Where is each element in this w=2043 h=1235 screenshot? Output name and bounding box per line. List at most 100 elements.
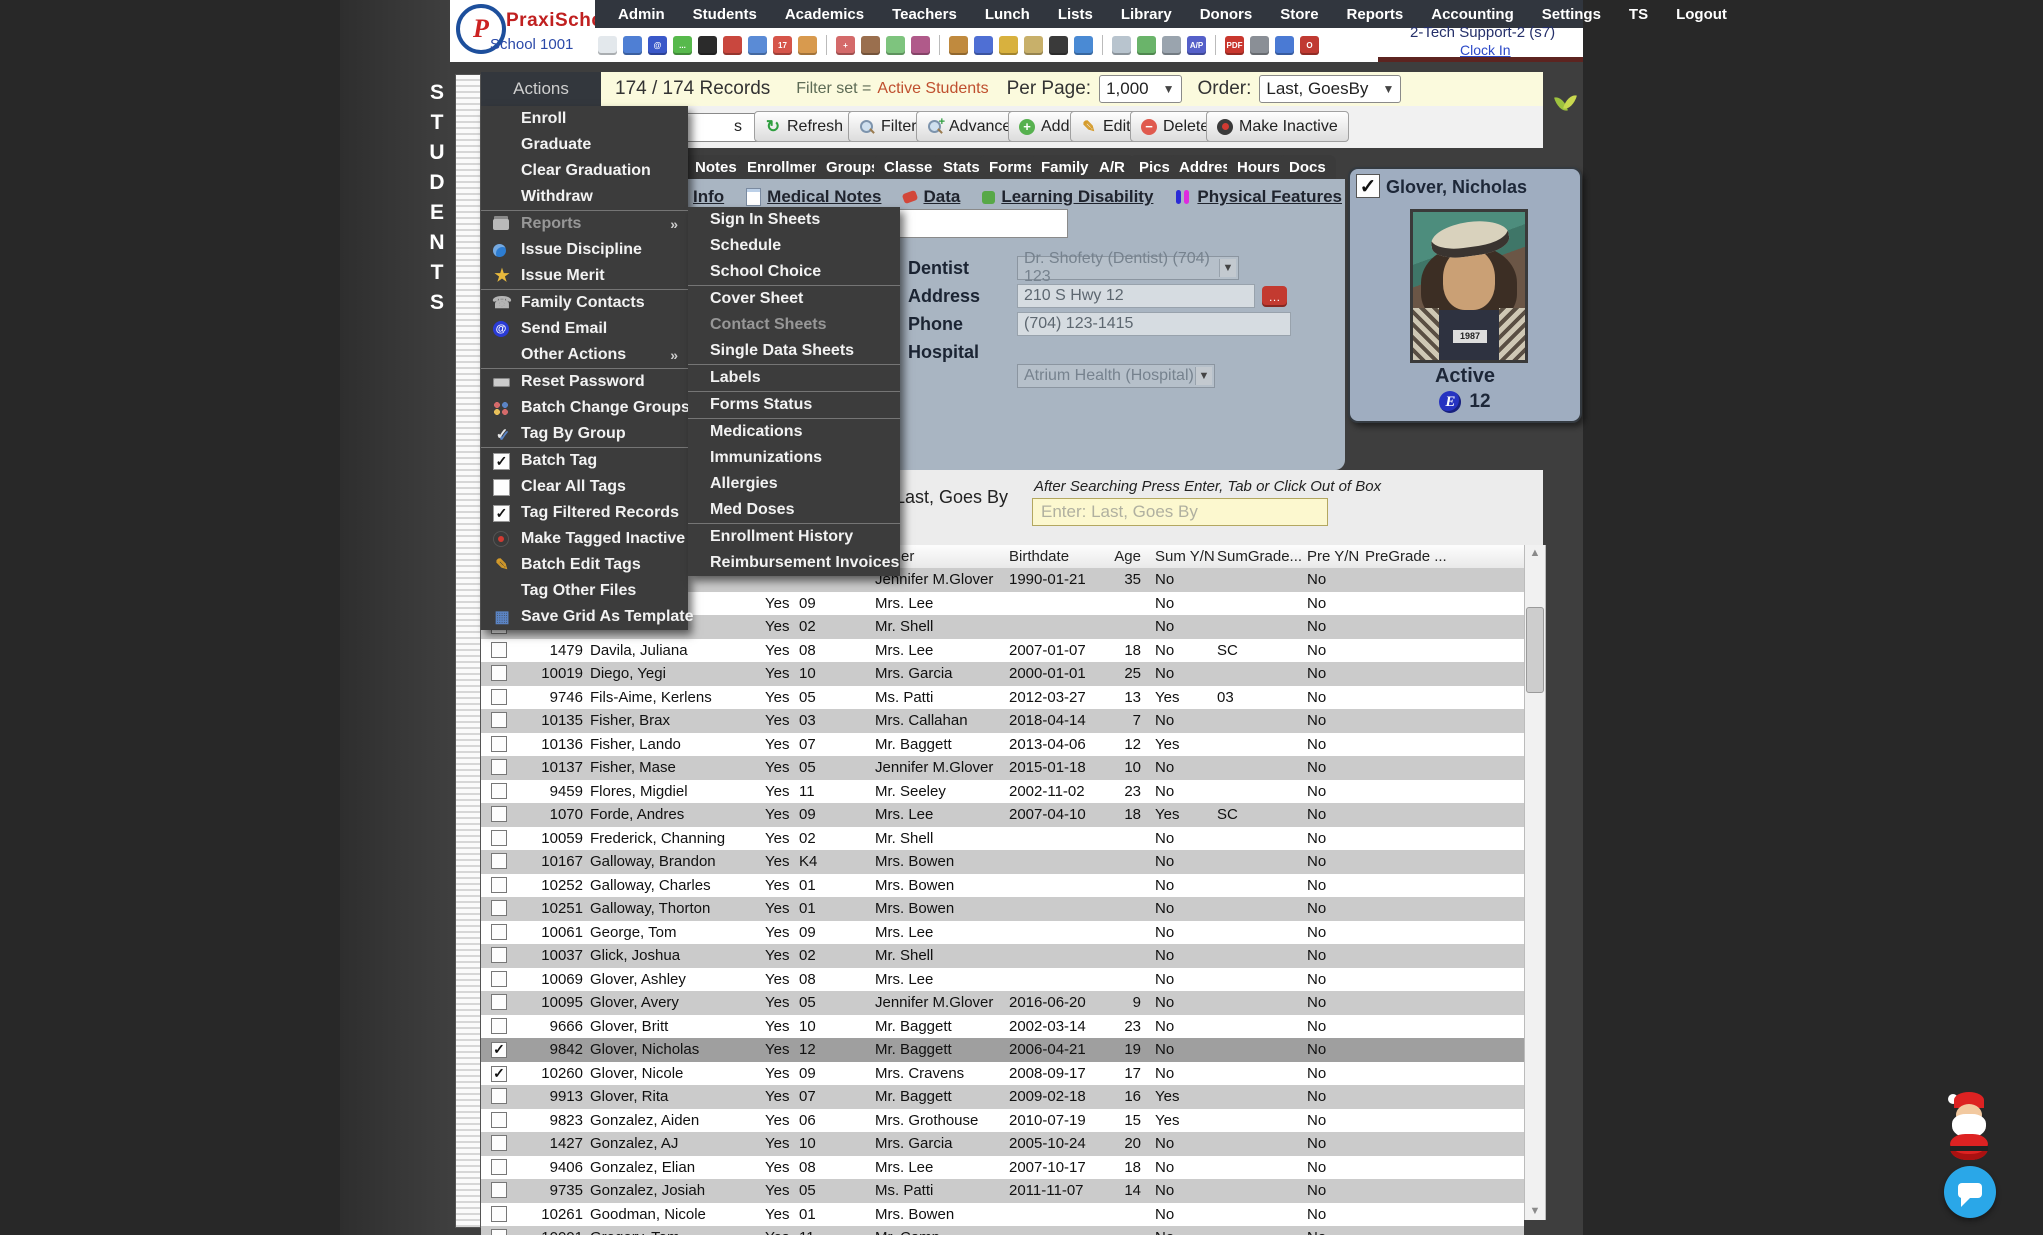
table-row[interactable]: 10095Glover, AveryYes05Jennifer M.Glover… (481, 991, 1524, 1015)
menu-item-clear-all-tags[interactable]: Clear All Tags (481, 474, 688, 500)
submenu-item-labels[interactable]: Labels (688, 365, 900, 391)
chat-widget-button[interactable] (1944, 1166, 1996, 1218)
nav-item-lunch[interactable]: Lunch (976, 6, 1039, 23)
nav-item-settings[interactable]: Settings (1533, 6, 1610, 23)
menu-item-tag-filtered-records[interactable]: ✓Tag Filtered Records (481, 500, 688, 526)
nav-item-lists[interactable]: Lists (1049, 6, 1102, 23)
row-checkbox[interactable] (491, 830, 507, 846)
row-checkbox[interactable] (491, 924, 507, 940)
menu-item-reset-password[interactable]: Reset Password (481, 369, 688, 395)
menu-item-batch-tag[interactable]: ✓Batch Tag (481, 448, 688, 474)
table-row[interactable]: 9666Glover, BrittYes10Mr. Baggett2002-03… (481, 1015, 1524, 1039)
scroll-down-icon[interactable]: ▼ (1525, 1203, 1545, 1220)
column-header-pregrade[interactable]: PreGrade ... (1365, 545, 1457, 568)
make-inactive-button[interactable]: Make Inactive (1206, 111, 1349, 142)
address-input[interactable] (1017, 284, 1255, 308)
menu-item-clear-graduation[interactable]: Clear Graduation (481, 158, 688, 184)
map-lookup-button[interactable]: … (1262, 286, 1287, 307)
refresh-button[interactable]: ↻Refresh (754, 111, 854, 142)
row-checkbox[interactable] (491, 1018, 507, 1034)
menu-item-tag-by-group[interactable]: ✓Tag By Group (481, 421, 688, 447)
table-row[interactable]: 10261Goodman, NicoleYes01Mrs. BowenNoNo (481, 1203, 1524, 1227)
email-at-icon[interactable]: @ (648, 36, 667, 55)
staff-icon[interactable] (861, 36, 880, 55)
nav-item-accounting[interactable]: Accounting (1422, 6, 1523, 23)
scrollbar-thumb[interactable] (1526, 607, 1544, 693)
clock-in-link[interactable]: Clock In (1460, 42, 1511, 58)
row-checkbox[interactable] (491, 971, 507, 987)
table-row[interactable]: 10001Gregory, TomYes11Mr. CampNoNo (481, 1226, 1524, 1235)
table-row[interactable]: 9823Gonzalez, AidenYes06Mrs. Grothouse20… (481, 1109, 1524, 1133)
lunch-icon[interactable] (949, 36, 968, 55)
column-header-sum[interactable]: Sum Y/N (1155, 545, 1211, 568)
table-row[interactable]: 9735Gonzalez, JosiahYes05Ms. Patti2011-1… (481, 1179, 1524, 1203)
column-header-age[interactable]: Age (1101, 545, 1141, 568)
table-row[interactable]: ✓10260Glover, NicoleYes09Mrs. Cravens200… (481, 1062, 1524, 1086)
calendar-icon[interactable] (748, 36, 767, 55)
table-row[interactable]: 10136Fisher, LandoYes07Mr. Baggett2013-0… (481, 733, 1524, 757)
row-checkbox[interactable] (491, 900, 507, 916)
submenu-item-schedule[interactable]: Schedule (688, 233, 900, 259)
nav-item-students[interactable]: Students (684, 6, 766, 23)
calendar-date-icon[interactable]: 17 (773, 36, 792, 55)
power-icon[interactable]: O (1300, 36, 1319, 55)
row-checkbox[interactable] (491, 689, 507, 705)
ap-icon[interactable]: A/P (1187, 36, 1206, 55)
menu-item-reports[interactable]: Reports» (481, 211, 688, 237)
row-checkbox[interactable]: ✓ (491, 1042, 507, 1058)
subnav-medical-notes[interactable]: Medical Notes (746, 187, 881, 207)
row-checkbox[interactable]: ✓ (491, 1066, 507, 1082)
row-checkbox[interactable] (491, 783, 507, 799)
row-checkbox[interactable] (491, 736, 507, 752)
printer-icon[interactable] (1250, 36, 1269, 55)
submenu-item-immunizations[interactable]: Immunizations (688, 445, 900, 471)
table-row[interactable]: 10137Fisher, MaseYes05Jennifer M.Glover2… (481, 756, 1524, 780)
submenu-item-reimbursement-invoices[interactable]: Reimbursement Invoices (688, 550, 900, 576)
money-icon[interactable] (886, 36, 905, 55)
menu-item-send-email[interactable]: @Send Email (481, 316, 688, 342)
table-row[interactable]: ✓9842Glover, NicholasYes12Mr. Baggett200… (481, 1038, 1524, 1062)
subnav-learning-disability[interactable]: Learning Disability (982, 187, 1153, 207)
search-icon[interactable] (598, 36, 617, 55)
row-checkbox[interactable] (491, 665, 507, 681)
nav-item-library[interactable]: Library (1112, 6, 1181, 23)
submenu-item-sign-in-sheets[interactable]: Sign In Sheets (688, 207, 900, 233)
row-checkbox[interactable] (491, 994, 507, 1010)
submenu-item-enrollment-history[interactable]: Enrollment History (688, 524, 900, 550)
row-checkbox[interactable] (491, 1182, 507, 1198)
subnav-physical-features[interactable]: Physical Features (1175, 187, 1342, 207)
globe-icon[interactable] (1275, 36, 1294, 55)
row-checkbox[interactable] (491, 1229, 507, 1235)
chat-icon[interactable]: ... (673, 36, 692, 55)
table-row[interactable]: 10252Galloway, CharlesYes01Mrs. BowenNoN… (481, 874, 1524, 898)
row-checkbox[interactable] (491, 853, 507, 869)
tab-docs[interactable]: Docs (1279, 155, 1336, 179)
person-icon[interactable] (1049, 36, 1068, 55)
clock-icon[interactable] (1074, 36, 1093, 55)
row-checkbox[interactable] (491, 642, 507, 658)
menu-item-save-grid-as-template[interactable]: ▦Save Grid As Template (481, 604, 688, 630)
submenu-item-single-data-sheets[interactable]: Single Data Sheets (688, 338, 900, 364)
nav-item-ts[interactable]: TS (1620, 6, 1657, 23)
bell-icon[interactable] (999, 36, 1018, 55)
row-checkbox[interactable] (491, 806, 507, 822)
medical-text-input[interactable] (874, 209, 1068, 238)
nav-item-admin[interactable]: Admin (609, 6, 674, 23)
dentist-select[interactable]: Dr. Shofety (Dentist) (704) 123▼ (1017, 256, 1239, 280)
table-row[interactable]: 9913Glover, RitaYes07Mr. Baggett2009-02-… (481, 1085, 1524, 1109)
table-row[interactable]: 9746Fils-Aime, KerlensYes05Ms. Patti2012… (481, 686, 1524, 710)
column-header-pre[interactable]: Pre Y/N (1307, 545, 1357, 568)
table-row[interactable]: 10167Galloway, BrandonYesK4Mrs. BowenNoN… (481, 850, 1524, 874)
subnav-info[interactable]: Info (693, 187, 724, 207)
menu-item-withdraw[interactable]: Withdraw (481, 184, 688, 210)
table-row[interactable]: 1479Davila, JulianaYes08Mrs. Lee2007-01-… (481, 639, 1524, 663)
submenu-item-medications[interactable]: Medications (688, 419, 900, 445)
submenu-item-med-doses[interactable]: Med Doses (688, 497, 900, 523)
row-checkbox[interactable] (491, 1112, 507, 1128)
column-header-birthdate[interactable]: Birthdate (1009, 545, 1105, 568)
speaker-icon[interactable] (723, 36, 742, 55)
nav-item-donors[interactable]: Donors (1191, 6, 1262, 23)
subnav-data[interactable]: Data (903, 187, 960, 207)
menu-item-issue-discipline[interactable]: Issue Discipline (481, 237, 688, 263)
printer-small-icon[interactable] (1162, 36, 1181, 55)
